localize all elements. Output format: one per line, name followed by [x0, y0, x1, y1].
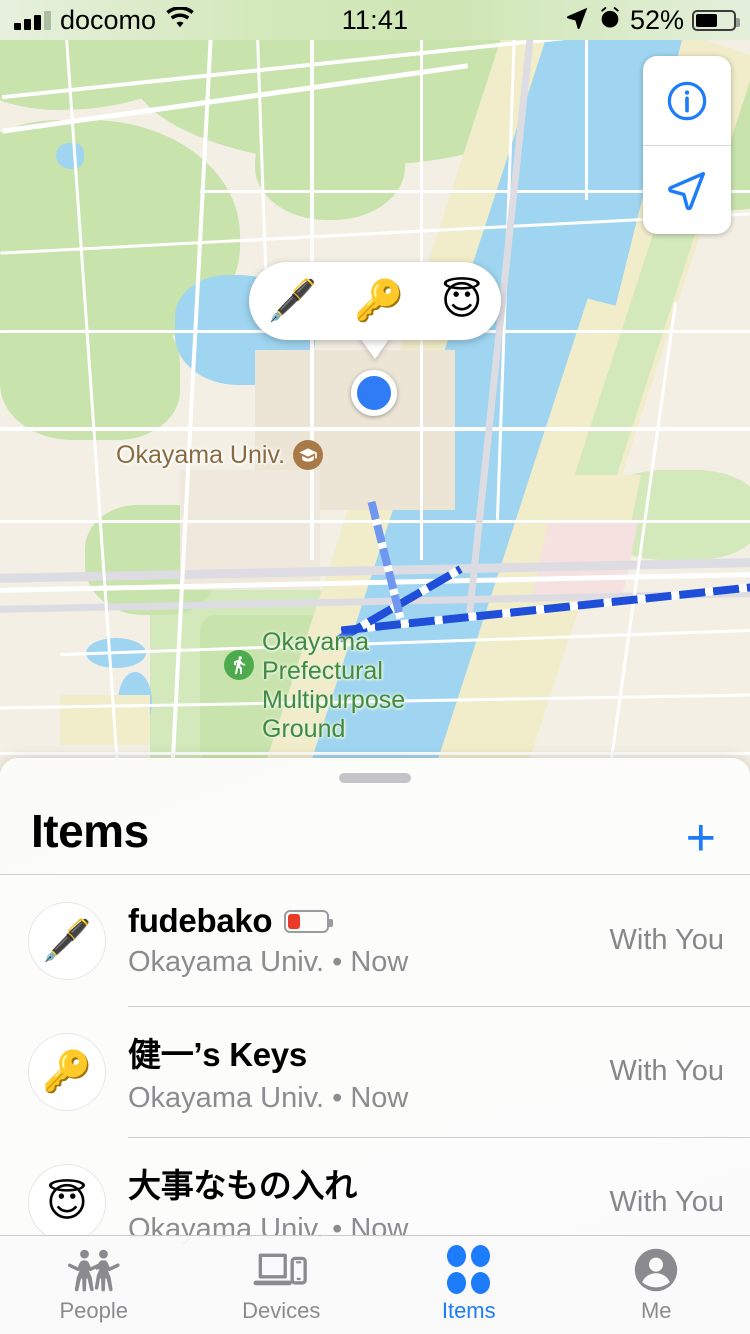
graduation-cap-icon [293, 440, 324, 470]
item-main: 大事なもの入れ Okayama Univ. • Now [106, 1159, 610, 1246]
tab-label: People [59, 1297, 128, 1323]
callout-key-emoji: 🔑 [354, 279, 404, 323]
status-bar-right: 52% [564, 4, 740, 36]
map-label-ground-text: Okayama Prefectural Multipurpose Ground [262, 628, 406, 743]
laptop-phone-icon [253, 1247, 309, 1293]
item-subtitle: Okayama Univ. • Now [128, 946, 409, 978]
list-item[interactable]: 🔑 健一’s Keys Okayama Univ. • Now With You [0, 1006, 750, 1137]
item-battery-fill [288, 913, 300, 929]
tab-people[interactable]: People [0, 1236, 188, 1334]
avatar: 🖋️ [28, 901, 106, 980]
tab-label: Me [640, 1297, 672, 1323]
person-circle-icon [632, 1247, 680, 1293]
tab-bar: People Devices Items Me [0, 1235, 750, 1334]
status-badge: With You [609, 1055, 724, 1087]
fountain-pen-emoji: 🖋️ [42, 919, 92, 963]
current-location-dot[interactable] [351, 370, 397, 416]
two-people-icon [67, 1247, 120, 1293]
tab-label: Items [441, 1297, 496, 1323]
tab-devices[interactable]: Devices [188, 1236, 376, 1334]
item-subtitle: Okayama Univ. • Now [128, 1082, 409, 1114]
location-arrow-icon [564, 5, 590, 36]
callout-fountain-pen-emoji: 🖋️ [267, 279, 318, 323]
map-controls [643, 56, 731, 234]
halo-face-emoji: 😇 [46, 1180, 88, 1225]
info-button[interactable] [643, 56, 731, 145]
battery-icon [692, 9, 740, 31]
item-title-row: 健一’s Keys [128, 1028, 610, 1076]
status-badge: With You [609, 1186, 724, 1218]
item-title-row: fudebako [128, 902, 610, 940]
map-poi-running-ground [224, 650, 254, 680]
locate-button[interactable] [643, 145, 731, 234]
item-title: 大事なもの入れ [128, 1167, 357, 1204]
four-dots-icon [447, 1245, 491, 1294]
item-title: 健一’s Keys [128, 1036, 307, 1073]
tab-me[interactable]: Me [563, 1236, 750, 1334]
battery-fill [696, 13, 717, 27]
tab-items[interactable]: Items [375, 1236, 563, 1334]
map-label-text: Okayama Univ. [116, 440, 286, 469]
page-title: Items [31, 805, 149, 857]
add-item-button[interactable]: + [686, 812, 722, 864]
sheet-grabber-handle[interactable] [339, 773, 411, 783]
items-list: 🖋️ fudebako Okayama Univ. • Now With You [0, 875, 750, 1268]
item-battery-icon [284, 909, 334, 933]
map-view[interactable]: Okayama Univ. Okayama Prefectural Multip… [0, 0, 750, 790]
status-badge: With You [609, 924, 724, 956]
tab-label: Devices [242, 1297, 321, 1323]
avatar: 😇 [28, 1163, 106, 1242]
callout-halo-face-emoji: 😇 [440, 279, 483, 323]
map-label-okayama-univ: Okayama Univ. [116, 440, 324, 470]
status-bar: docomo 11:41 52% [0, 0, 750, 40]
list-item[interactable]: 🖋️ fudebako Okayama Univ. • Now With You [0, 875, 750, 1006]
running-person-icon [224, 650, 254, 680]
find-my-app-screen: Okayama Univ. Okayama Prefectural Multip… [0, 0, 750, 1334]
item-title-row: 大事なもの入れ [128, 1159, 610, 1207]
key-emoji: 🔑 [42, 1050, 92, 1094]
item-main: 健一’s Keys Okayama Univ. • Now [106, 1028, 610, 1115]
item-main: fudebako Okayama Univ. • Now [106, 902, 610, 979]
item-title: fudebako [128, 902, 273, 939]
battery-percent-label: 52% [629, 4, 684, 35]
map-callout-bubble[interactable]: 🖋️ 🔑 😇 [249, 262, 501, 340]
avatar: 🔑 [28, 1032, 106, 1111]
alarm-clock-icon [598, 6, 622, 35]
